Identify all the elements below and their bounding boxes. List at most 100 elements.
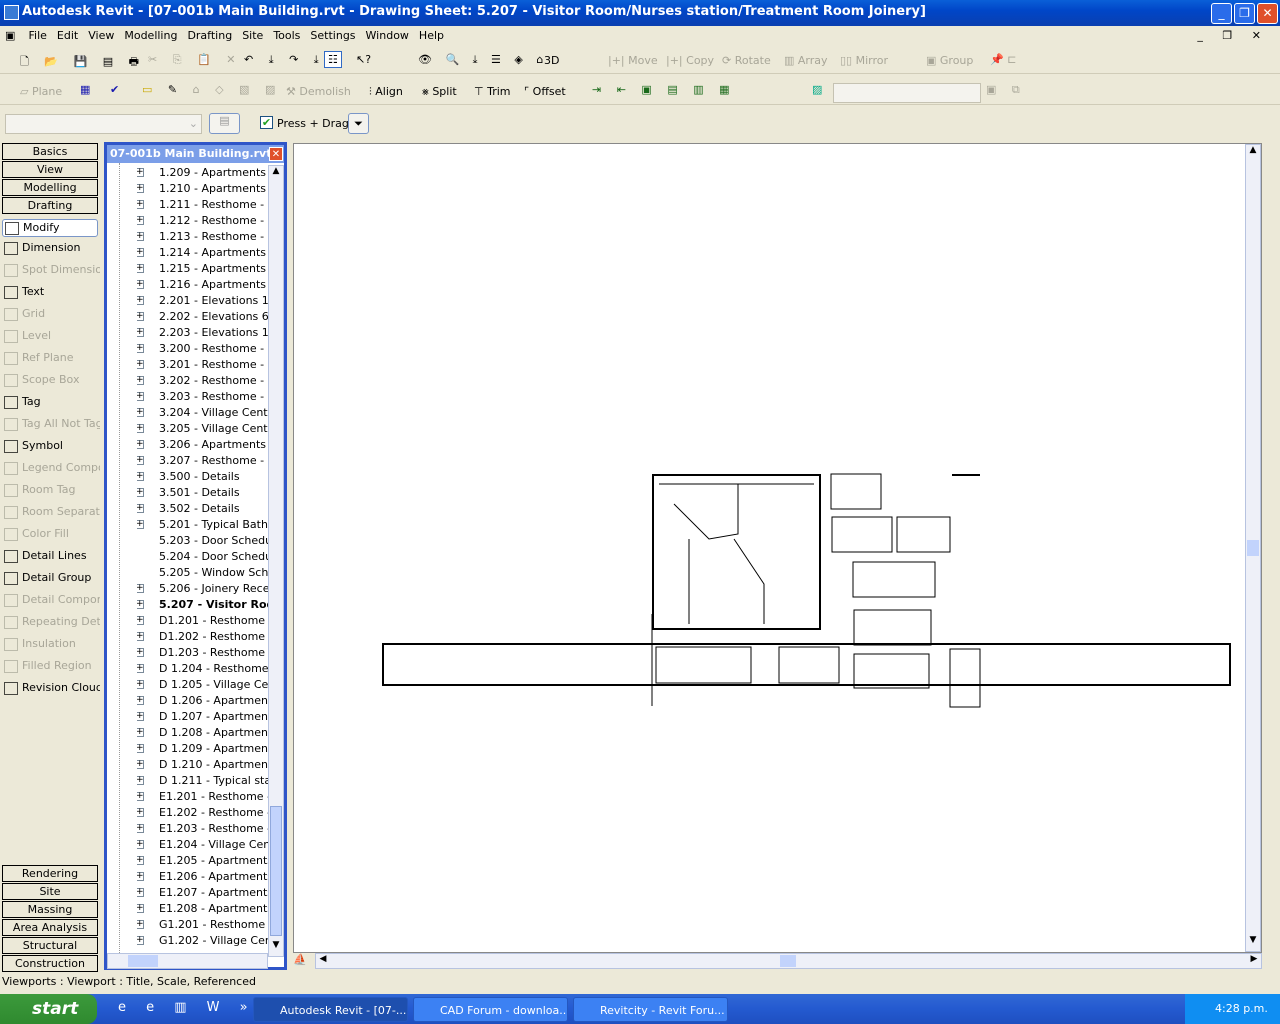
design-tab-site[interactable]: Site — [2, 883, 98, 900]
browser-close-button[interactable]: ✕ — [269, 147, 283, 161]
align-button[interactable]: ⫶ Align — [369, 85, 403, 99]
expand-icon[interactable]: + — [137, 472, 144, 481]
browser-sheet-item[interactable]: 5.205 - Window Schec — [137, 565, 268, 581]
design-item-tag-all-not-tag[interactable]: Tag All Not Tag — [4, 417, 100, 431]
demolish-button[interactable]: ⚒ Demolish — [286, 85, 351, 98]
view-control-icon[interactable]: ⛵ — [293, 953, 315, 969]
design-tab-rendering[interactable]: Rendering — [2, 865, 98, 882]
expand-icon[interactable]: + — [137, 216, 144, 225]
expand-icon[interactable]: + — [137, 648, 144, 657]
expand-icon[interactable]: + — [137, 200, 144, 209]
expand-icon[interactable]: + — [137, 776, 144, 785]
type-image-icon[interactable]: ▨ — [812, 83, 822, 96]
browser-sheet-item[interactable]: +1.213 - Resthome - Ho — [137, 229, 268, 245]
browser-sheet-item[interactable]: + D1.201 - Resthome - H — [137, 613, 268, 629]
design-item-spot-dimension[interactable]: Spot Dimension — [4, 263, 100, 277]
design-item-insulation[interactable]: Insulation — [4, 637, 100, 651]
doc-window-controls[interactable]: _ ❐ ✕ — [1192, 26, 1274, 45]
design-tab-modelling[interactable]: Modelling — [2, 179, 98, 196]
browser-sheet-item[interactable]: + E1.208 - Apartments — [137, 901, 268, 917]
browser-sheet-item[interactable]: 5.204 - Door Schedule — [137, 549, 268, 565]
expand-icon[interactable]: + — [137, 520, 144, 529]
browser-sheet-item[interactable]: +3.200 - Resthome - Ho — [137, 341, 268, 357]
project-browser-toggle-icon[interactable]: ☷ — [324, 51, 342, 68]
browser-sheet-item[interactable]: + D 1.211 - Typical stack — [137, 773, 268, 789]
browser-sheet-item[interactable]: +5.201 - Typical Bathroo — [137, 517, 268, 533]
view-3d-button[interactable]: 3D — [544, 54, 559, 67]
expand-icon[interactable]: + — [137, 632, 144, 641]
spellcheck-icon[interactable]: ✔ — [110, 83, 119, 96]
expand-icon[interactable]: + — [137, 376, 144, 385]
element-tools-icons[interactable]: ⇥ ⇤ ▣ ▤ ▥ ▦ — [592, 83, 736, 96]
expand-icon[interactable]: + — [137, 744, 144, 753]
design-item-revision-cloud[interactable]: Revision Cloud — [4, 681, 100, 695]
design-item-detail-group[interactable]: Detail Group — [4, 571, 100, 585]
browser-sheet-item[interactable]: +2.202 - Elevations 6, 7, — [137, 309, 268, 325]
browser-vertical-scrollbar[interactable]: ▲ ▼ — [268, 165, 284, 957]
expand-icon[interactable]: + — [137, 760, 144, 769]
browser-sheet-item[interactable]: + D 1.204 - Resthome - H — [137, 661, 268, 677]
design-tab-view[interactable]: View — [2, 161, 98, 178]
browser-sheet-item[interactable]: +3.206 - Apartments — [137, 437, 268, 453]
browser-sheet-item[interactable]: +3.203 - Resthome - Ho — [137, 389, 268, 405]
move-button[interactable]: |+| Move — [608, 54, 658, 67]
document-icon[interactable]: ▣ — [0, 26, 20, 45]
group-button[interactable]: ▣ Group — [926, 54, 973, 67]
design-item-grid[interactable]: Grid — [4, 307, 100, 321]
expand-icon[interactable]: + — [137, 344, 144, 353]
expand-icon[interactable]: + — [137, 824, 144, 833]
browser-sheet-item[interactable]: +1.211 - Resthome - Ho — [137, 197, 268, 213]
browser-sheet-item[interactable]: + D 1.209 - Apartments — [137, 741, 268, 757]
menu-window[interactable]: Window — [361, 26, 414, 45]
browser-sheet-item[interactable]: + G1.201 - Resthome - H — [137, 917, 268, 933]
expand-icon[interactable]: + — [137, 920, 144, 929]
array-button[interactable]: ▥ Array — [784, 54, 828, 67]
rotate-button[interactable]: ⟳ Rotate — [722, 54, 771, 67]
browser-sheet-item[interactable]: + E1.201 - Resthome - H — [137, 789, 268, 805]
expand-icon[interactable]: + — [137, 312, 144, 321]
taskbar-revitcity[interactable]: Revitcity - Revit Foru... — [573, 997, 728, 1022]
design-item-color-fill[interactable]: Color Fill — [4, 527, 100, 541]
start-button[interactable]: start — [0, 994, 97, 1024]
expand-icon[interactable]: + — [137, 712, 144, 721]
expand-icon[interactable]: + — [137, 904, 144, 913]
design-item-room-separatic[interactable]: Room Separatic — [4, 505, 100, 519]
expand-icon[interactable]: + — [137, 232, 144, 241]
press-drag-checkbox[interactable]: ✔ — [260, 116, 273, 129]
browser-sheet-item[interactable]: + E1.203 - Resthome - H — [137, 821, 268, 837]
help-pointer-icon[interactable]: ↖? — [356, 53, 371, 66]
expand-icon[interactable]: + — [137, 600, 144, 609]
browser-sheet-item[interactable]: +3.201 - Resthome - Ho — [137, 357, 268, 373]
browser-horizontal-scrollbar[interactable] — [107, 953, 268, 969]
expand-icon[interactable]: + — [137, 936, 144, 945]
measure-tools-icons[interactable]: ▭ ✎ ⌂ ◇ ▧ ▨ — [142, 83, 281, 96]
browser-sheet-item[interactable]: +2.203 - Elevations 12, 1 — [137, 325, 268, 341]
properties-button[interactable]: ▤ — [209, 113, 240, 134]
design-item-legend-compor[interactable]: Legend Compor — [4, 461, 100, 475]
browser-sheet-item[interactable]: +3.204 - Village Centre/ — [137, 405, 268, 421]
expand-icon[interactable]: + — [137, 888, 144, 897]
grid-icon[interactable]: ▦ — [80, 83, 90, 96]
close-button[interactable]: ✕ — [1257, 3, 1278, 24]
expand-icon[interactable]: + — [137, 792, 144, 801]
expand-icon[interactable]: + — [137, 696, 144, 705]
design-item-ref-plane[interactable]: Ref Plane — [4, 351, 100, 365]
browser-sheet-item[interactable]: + E1.207 - Apartments — [137, 885, 268, 901]
expand-icon[interactable]: + — [137, 280, 144, 289]
drawing-sheet-view[interactable]: ▲ ▼ — [293, 143, 1262, 953]
file-tools-icons[interactable]: 🗋 📂 💾 ▤ 🖶 — [20, 53, 145, 72]
menu-settings[interactable]: Settings — [305, 26, 360, 45]
browser-sheet-item[interactable]: + E1.202 - Resthome - H — [137, 805, 268, 821]
expand-icon[interactable]: + — [137, 808, 144, 817]
browser-sheet-item[interactable]: + D 1.205 - Village Centre — [137, 677, 268, 693]
design-item-text[interactable]: Text — [4, 285, 100, 299]
browser-sheet-item[interactable]: + E1.204 - Village Centre — [137, 837, 268, 853]
browser-sheet-item[interactable]: +3.501 - Details — [137, 485, 268, 501]
design-item-detail-lines[interactable]: Detail Lines — [4, 549, 100, 563]
menu-drafting[interactable]: Drafting — [182, 26, 237, 45]
expand-icon[interactable]: + — [137, 392, 144, 401]
minimize-button[interactable]: _ — [1211, 3, 1232, 24]
browser-sheet-item[interactable]: +3.205 - Village Centre/ — [137, 421, 268, 437]
browser-sheet-item[interactable]: +1.215 - Apartments — [137, 261, 268, 277]
expand-icon[interactable]: + — [137, 488, 144, 497]
